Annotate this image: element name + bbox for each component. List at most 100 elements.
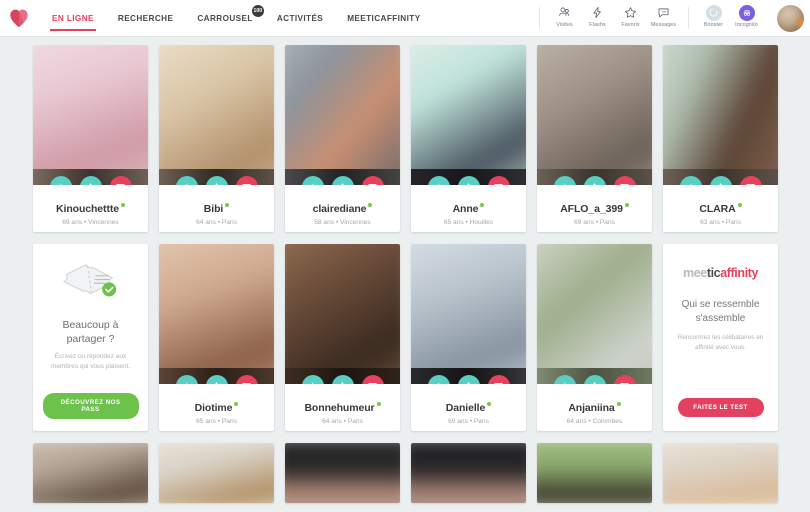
card-actions <box>411 375 526 384</box>
profile-card[interactable]: Bibi 64 ans • Paris <box>159 45 274 232</box>
favorite-button[interactable] <box>205 176 228 185</box>
profile-meta: 64 ans • Paris <box>196 219 237 226</box>
nav-item-activites[interactable]: ACTIVITÉS <box>265 0 335 36</box>
profile-card[interactable] <box>663 443 778 503</box>
card-actions <box>285 176 400 185</box>
message-button[interactable] <box>613 176 636 185</box>
profile-photo[interactable] <box>537 443 652 503</box>
favorite-button[interactable] <box>331 375 354 384</box>
flash-button[interactable] <box>553 176 576 185</box>
favorite-button[interactable] <box>457 176 480 185</box>
favorite-button[interactable] <box>583 176 606 185</box>
profile-name: Anjaniina <box>537 402 652 415</box>
profile-photo[interactable] <box>33 443 148 503</box>
favorite-button[interactable] <box>79 176 102 185</box>
message-icon <box>657 5 670 20</box>
profile-card[interactable]: Danielle 69 ans • Paris <box>411 244 526 431</box>
profile-name: Diotime <box>159 402 274 415</box>
meetic-affinity-card: meeticaffinity Qui se ressemble s'assemb… <box>663 244 778 431</box>
nav-label: MEETICAFFINITY <box>347 13 421 23</box>
message-button[interactable] <box>235 375 258 384</box>
discover-pass-button[interactable]: DÉCOUVREZ NOS PASS <box>42 393 139 419</box>
message-button[interactable] <box>109 176 132 185</box>
boost-group: Booster Incognito <box>689 0 771 36</box>
nav-item-carrousel[interactable]: CARROUSEL 100 <box>185 0 264 36</box>
message-button[interactable] <box>487 176 510 185</box>
flash-button[interactable] <box>679 176 702 185</box>
card-actions <box>33 176 148 185</box>
message-button[interactable] <box>487 375 510 384</box>
message-button[interactable] <box>739 176 762 185</box>
profile-card[interactable] <box>285 443 400 503</box>
profile-card[interactable]: AFLO_a_399 69 ans • Paris <box>537 45 652 232</box>
profile-card[interactable]: Diotime 65 ans • Paris <box>159 244 274 431</box>
profile-card[interactable]: Bonnehumeur 64 ans • Paris <box>285 244 400 431</box>
nav-item-meeticaffinity[interactable]: MEETICAFFINITY <box>335 0 432 36</box>
take-test-button[interactable]: FAITES LE TEST <box>677 398 764 417</box>
profile-info: Kinouchettte 69 ans • Vincennes <box>33 185 148 226</box>
tool-flashs[interactable]: Flashs <box>581 0 614 28</box>
profile-photo[interactable] <box>159 443 274 503</box>
profile-card[interactable] <box>411 443 526 503</box>
message-button[interactable] <box>361 375 384 384</box>
nav-label: EN LIGNE <box>52 13 94 23</box>
promo-subtitle: Écrivez ou répondez aux membres qui vous… <box>50 353 131 370</box>
logo-mee: mee <box>683 266 707 280</box>
favorite-button[interactable] <box>583 375 606 384</box>
profile-card[interactable] <box>159 443 274 503</box>
profile-info: Diotime 65 ans • Paris <box>159 384 274 425</box>
favorite-button[interactable] <box>709 176 732 185</box>
profile-photo[interactable] <box>663 45 778 185</box>
avatar[interactable] <box>777 4 804 32</box>
profile-card[interactable] <box>537 443 652 503</box>
profile-card[interactable]: Kinouchettte 69 ans • Vincennes <box>33 45 148 232</box>
profile-photo[interactable] <box>411 244 526 384</box>
flash-button[interactable] <box>301 375 324 384</box>
profile-card[interactable]: Anne 65 ans • Houilles <box>411 45 526 232</box>
flash-button[interactable] <box>301 176 324 185</box>
favorite-button[interactable] <box>205 375 228 384</box>
flash-button[interactable] <box>427 375 450 384</box>
flash-button[interactable] <box>175 176 198 185</box>
profile-photo[interactable] <box>159 244 274 384</box>
tool-booster[interactable]: Booster <box>697 0 730 28</box>
favorite-button[interactable] <box>457 375 480 384</box>
profile-name: AFLO_a_399 <box>537 203 652 216</box>
header-right-tools: Visites Flashs Favoris Messages Booster … <box>539 0 810 36</box>
flash-button[interactable] <box>553 375 576 384</box>
profile-photo[interactable] <box>411 45 526 185</box>
profile-card[interactable] <box>33 443 148 503</box>
tool-incognito[interactable]: Incognito <box>730 0 763 28</box>
profile-photo[interactable] <box>537 45 652 185</box>
profile-photo[interactable] <box>537 244 652 384</box>
brand-logo[interactable] <box>0 0 34 36</box>
profile-card[interactable]: clairediane 58 ans • Vincennes <box>285 45 400 232</box>
nav-item-en-ligne[interactable]: EN LIGNE <box>40 0 106 36</box>
tool-favoris[interactable]: Favoris <box>614 0 647 28</box>
tool-visites[interactable]: Visites <box>548 0 581 28</box>
message-button[interactable] <box>613 375 636 384</box>
profile-photo[interactable] <box>285 443 400 503</box>
profile-meta: 64 ans • Paris <box>322 418 363 425</box>
tools-group: Visites Flashs Favoris Messages <box>540 0 688 36</box>
profile-photo[interactable] <box>285 244 400 384</box>
flash-button[interactable] <box>49 176 72 185</box>
profile-photo[interactable] <box>159 45 274 185</box>
profile-info: Anne 65 ans • Houilles <box>411 185 526 226</box>
nav-item-recherche[interactable]: RECHERCHE <box>106 0 185 36</box>
online-dot <box>234 402 239 406</box>
favorite-button[interactable] <box>331 176 354 185</box>
flash-button[interactable] <box>427 176 450 185</box>
flash-button[interactable] <box>175 375 198 384</box>
profile-name: Bibi <box>159 203 274 216</box>
meetic-affinity-logo: meeticaffinity <box>683 266 758 280</box>
profile-photo[interactable] <box>33 45 148 185</box>
profile-photo[interactable] <box>663 443 778 503</box>
profile-card[interactable]: CLARA 63 ans • Paris <box>663 45 778 232</box>
message-button[interactable] <box>235 176 258 185</box>
profile-photo[interactable] <box>411 443 526 503</box>
tool-messages[interactable]: Messages <box>647 0 680 28</box>
message-button[interactable] <box>361 176 384 185</box>
profile-photo[interactable] <box>285 45 400 185</box>
profile-card[interactable]: Anjaniina 64 ans • Colombes <box>537 244 652 431</box>
